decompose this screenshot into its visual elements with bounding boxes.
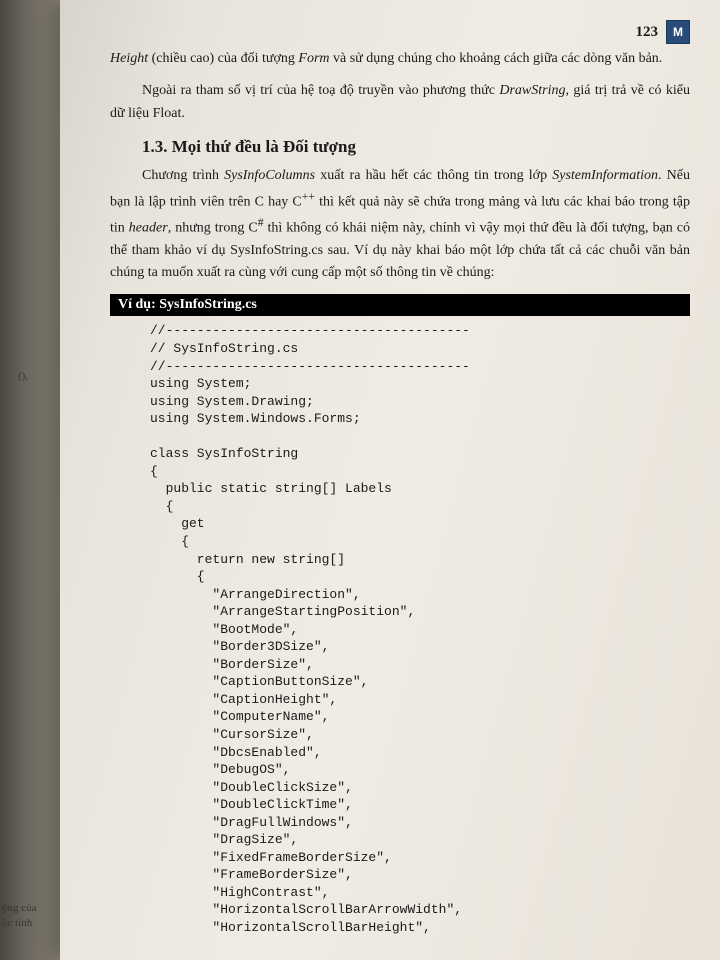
section-heading: 1.3. Mọi thứ đều là Đối tượng bbox=[142, 137, 690, 157]
paragraph-2: Ngoài ra tham số vị trí của hệ toạ độ tr… bbox=[110, 80, 690, 125]
publisher-logo-icon: M bbox=[666, 20, 690, 44]
prev-page-fragment: ộng của ộc tính bbox=[2, 901, 37, 930]
code-listing: //--------------------------------------… bbox=[150, 322, 690, 936]
page-header: 123 M bbox=[110, 20, 690, 44]
book-spine bbox=[0, 0, 60, 960]
book-page: 123 M Height (chiều cao) của đối tượng F… bbox=[60, 0, 720, 960]
paragraph-continuation: Height (chiều cao) của đối tượng Form và… bbox=[110, 48, 690, 70]
page-number: 123 bbox=[636, 24, 659, 41]
code-example-title-bar: Ví dụ: SysInfoString.cs bbox=[110, 294, 690, 316]
paragraph-3: Chương trình SysInfoColumns xuất ra hầu … bbox=[110, 165, 690, 284]
prev-page-fragment-2: (), bbox=[18, 370, 28, 382]
